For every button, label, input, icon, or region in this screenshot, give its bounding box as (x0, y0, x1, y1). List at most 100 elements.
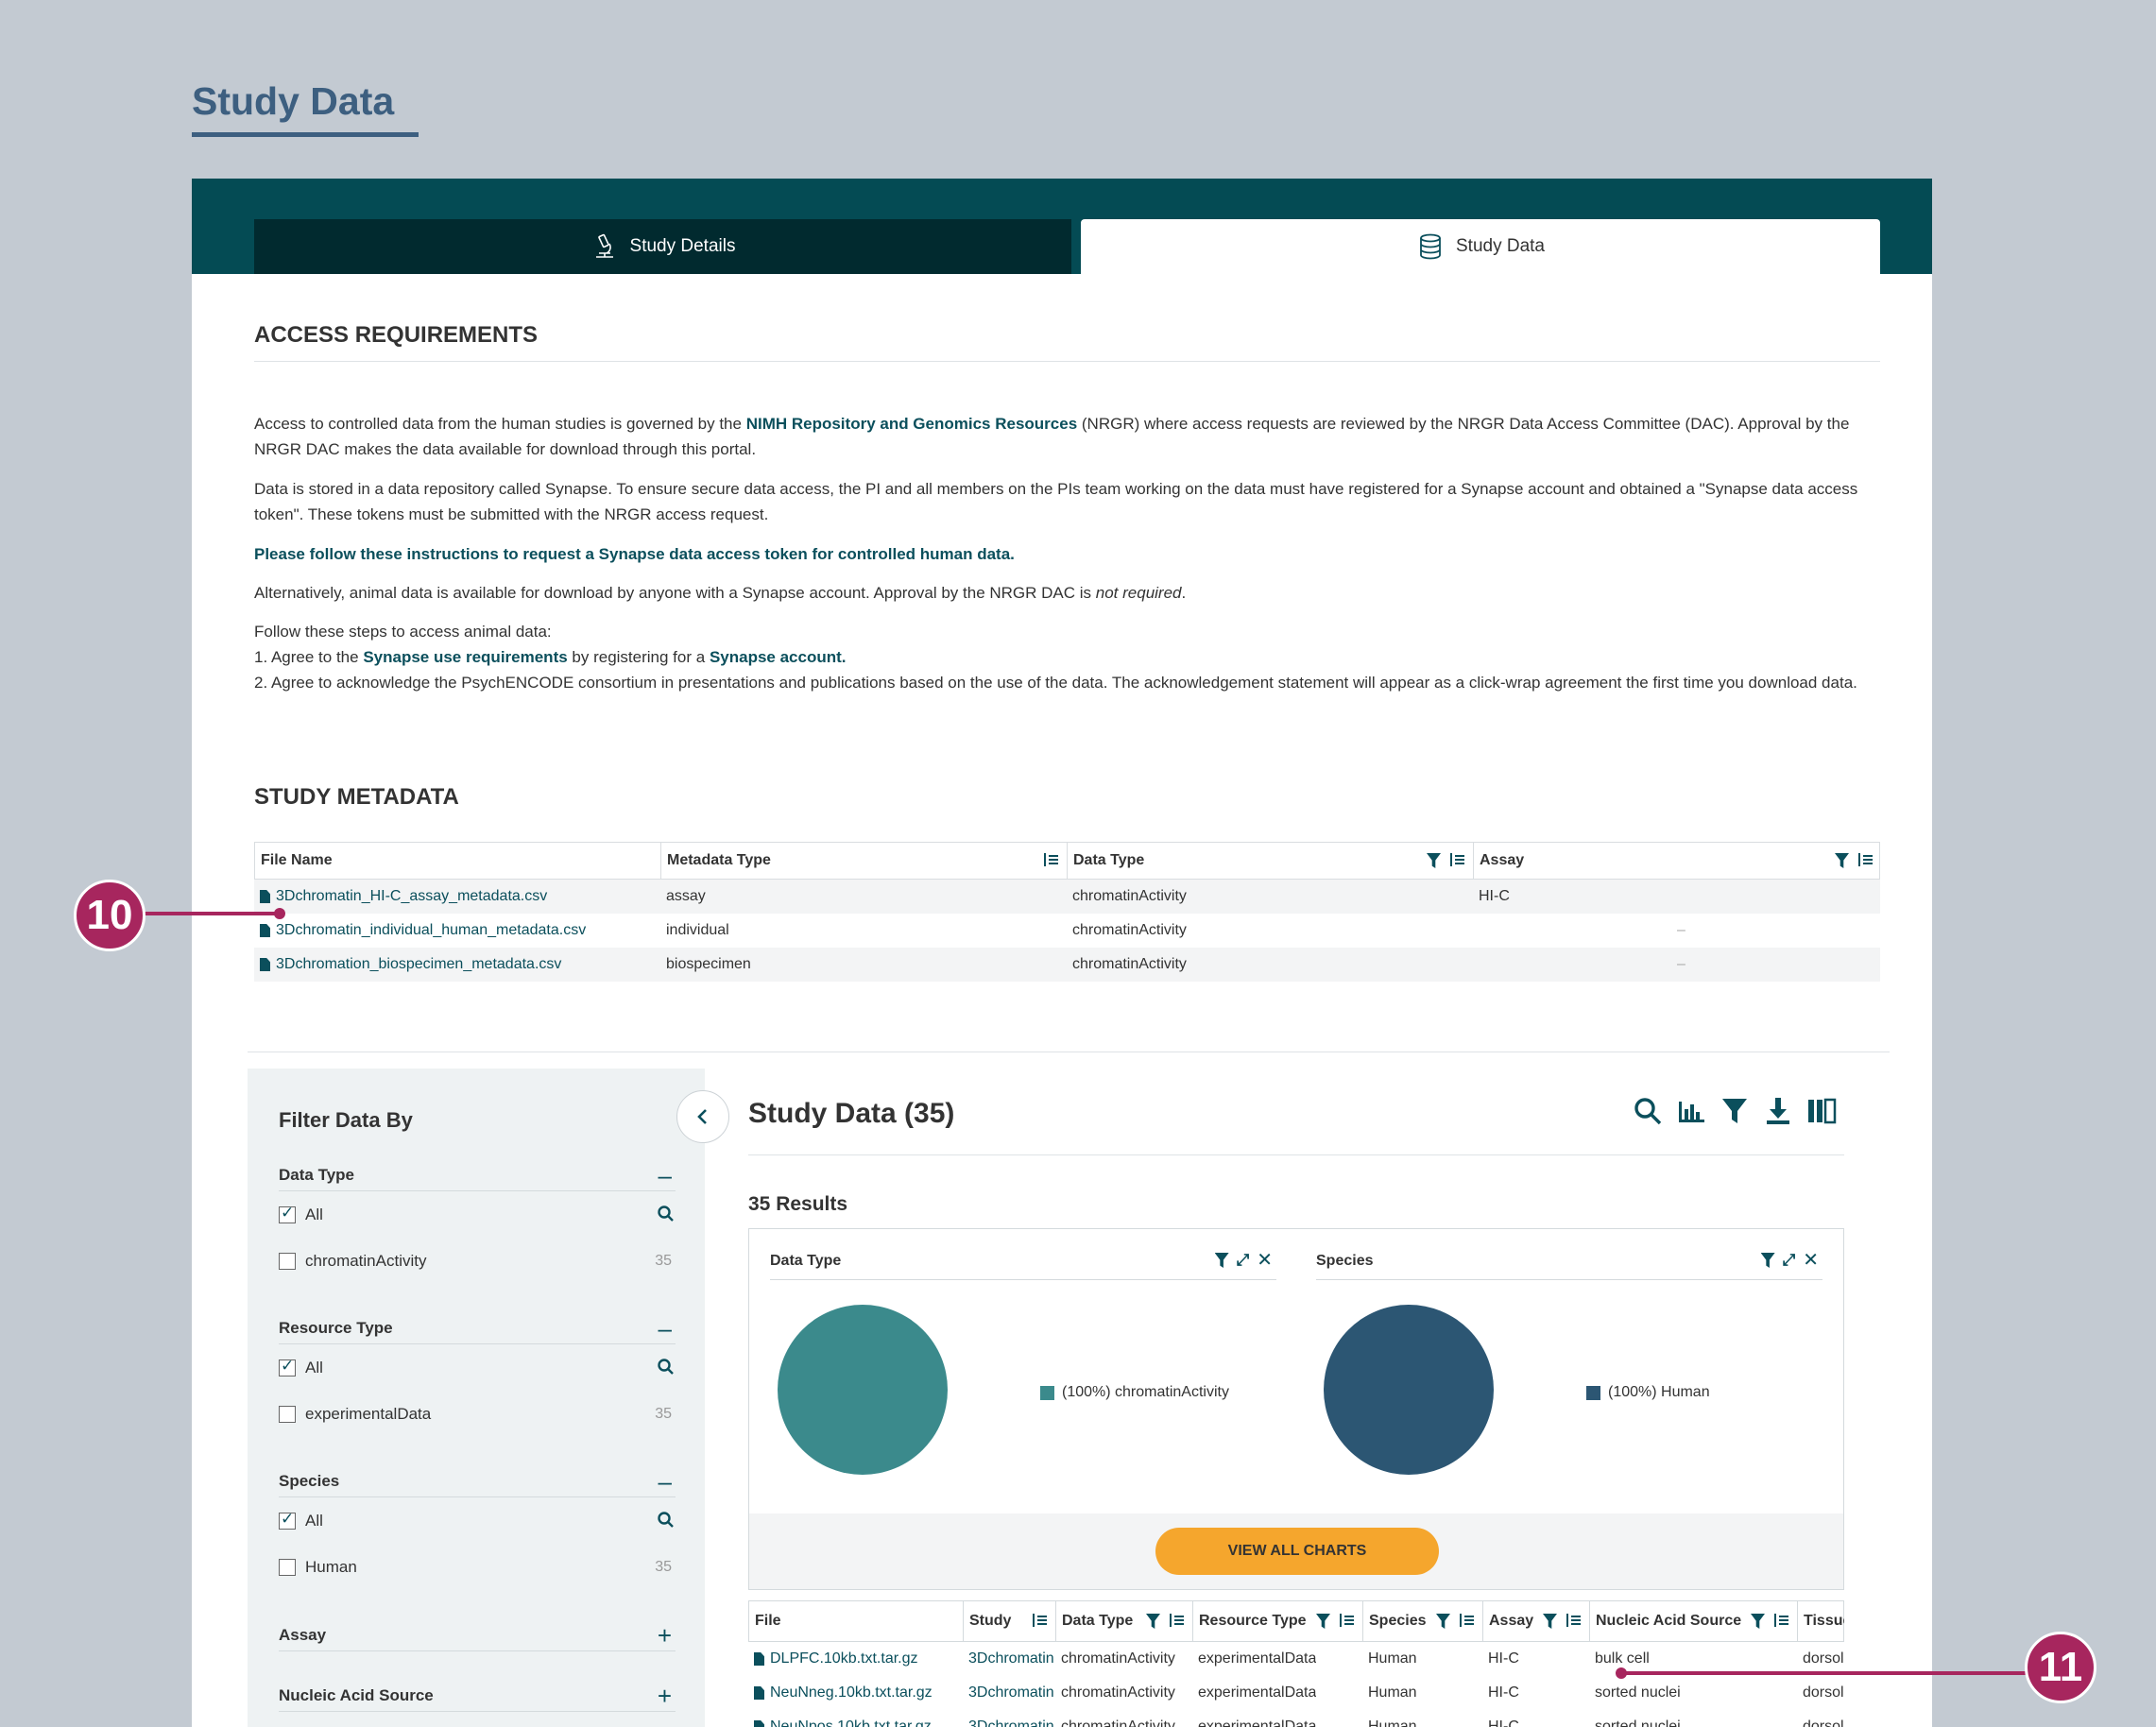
filter-icon[interactable] (1543, 1614, 1557, 1629)
text: Metadata Type (667, 852, 771, 868)
sort-icon[interactable] (1857, 853, 1874, 868)
view-all-charts-button[interactable]: VIEW ALL CHARTS (1155, 1528, 1439, 1575)
filter-option[interactable]: chromatinActivity 35 (279, 1238, 676, 1284)
search-icon[interactable] (657, 1358, 676, 1376)
token-instructions-link[interactable]: Please follow these instructions to requ… (254, 545, 1015, 563)
checkbox[interactable] (279, 1558, 296, 1576)
tab-study-data[interactable]: Study Data (1081, 219, 1880, 274)
cell: chromatinActivity (1072, 922, 1187, 938)
filter-option-all[interactable]: All (279, 1191, 676, 1238)
sort-icon[interactable] (1031, 1614, 1048, 1629)
collapse-sidebar-button[interactable] (676, 1090, 729, 1143)
collapse-icon[interactable]: – (659, 1161, 672, 1190)
bar-chart-icon[interactable] (1676, 1096, 1706, 1126)
chart-legend: (100%) chromatinActivity (1040, 1384, 1229, 1401)
collapse-icon[interactable]: – (659, 1467, 672, 1496)
expand-icon[interactable]: + (658, 1682, 672, 1711)
column-header-resource-type[interactable]: Resource Type (1193, 1601, 1363, 1641)
search-icon[interactable] (1633, 1096, 1663, 1126)
column-header-assay[interactable]: Assay (1474, 843, 1881, 879)
columns-icon[interactable] (1806, 1096, 1837, 1126)
close-icon[interactable]: ✕ (1803, 1251, 1819, 1270)
study-link[interactable]: 3Dchromatin (963, 1676, 1055, 1710)
file-link[interactable]: NeuNneg.10kb.txt.tar.gz (754, 1684, 933, 1701)
column-header-nucleic-acid-source[interactable]: Nucleic Acid Source (1590, 1601, 1798, 1641)
filter-option[interactable]: Human 35 (279, 1544, 676, 1590)
filter-icon[interactable] (1316, 1614, 1330, 1629)
sort-icon[interactable] (1168, 1614, 1185, 1629)
checkbox[interactable] (279, 1204, 296, 1223)
count: 35 (655, 1558, 672, 1575)
column-header-species[interactable]: Species (1363, 1601, 1483, 1641)
sort-icon[interactable] (1772, 1614, 1789, 1629)
table-row: 3Dchromatin_individual_human_metadata.cs… (254, 914, 1880, 948)
checkbox[interactable] (279, 1357, 296, 1376)
collapse-icon[interactable]: – (659, 1314, 672, 1343)
file-icon (260, 924, 270, 937)
column-header-metadata-type[interactable]: Metadata Type (661, 843, 1068, 879)
filter-icon[interactable] (1751, 1614, 1765, 1629)
search-icon[interactable] (657, 1205, 676, 1223)
file-link[interactable]: DLPFC.10kb.txt.tar.gz (754, 1650, 918, 1667)
expand-icon[interactable]: ⤢ (1237, 1252, 1250, 1269)
column-header-data-type[interactable]: Data Type (1056, 1601, 1193, 1641)
column-header-tissue[interactable]: Tissue (1798, 1601, 1844, 1641)
study-link[interactable]: 3Dchromatin (963, 1710, 1055, 1727)
file-link[interactable]: 3Dchromatin_HI-C_assay_metadata.csv (260, 888, 547, 905)
filter-icon[interactable] (1146, 1614, 1160, 1629)
filter-option-all[interactable]: All (279, 1344, 676, 1391)
cell: chromatinActivity (1072, 956, 1187, 972)
cell: HI-C (1488, 1718, 1519, 1727)
nrgr-link[interactable]: NIMH Repository and Genomics Resources (746, 415, 1077, 433)
filter-icon[interactable] (1427, 853, 1441, 868)
filter-group-header[interactable]: Data Type – (279, 1159, 676, 1191)
expand-icon[interactable]: + (658, 1621, 672, 1650)
filter-icon[interactable] (1720, 1096, 1750, 1126)
sort-icon[interactable] (1458, 1614, 1475, 1629)
pie-slice[interactable] (1324, 1305, 1494, 1475)
synapse-account-link[interactable]: Synapse account. (710, 648, 847, 666)
study-link[interactable]: 3Dchromatin (963, 1642, 1055, 1676)
sort-icon[interactable] (1338, 1614, 1355, 1629)
download-icon[interactable] (1763, 1096, 1793, 1126)
text: Study (969, 1613, 1012, 1629)
text: chromatinActivity (305, 1251, 427, 1270)
filter-option-all[interactable]: All (279, 1497, 676, 1544)
sort-icon[interactable] (1042, 853, 1059, 868)
filter-group-header[interactable]: Nucleic Acid Source + (279, 1680, 676, 1712)
tab-study-details-label: Study Details (629, 236, 736, 256)
study-metadata-title: STUDY METADATA (254, 784, 459, 810)
text: Data Type (1073, 852, 1145, 868)
file-link[interactable]: 3Dchromation_biospecimen_metadata.csv (260, 956, 561, 973)
file-link[interactable]: 3Dchromatin_individual_human_metadata.cs… (260, 922, 586, 939)
pie-slice[interactable] (778, 1305, 948, 1475)
checkbox[interactable] (279, 1405, 296, 1423)
filter-icon[interactable] (1760, 1253, 1775, 1268)
cell: Human (1368, 1718, 1417, 1727)
filter-group-header[interactable]: Assay + (279, 1619, 676, 1651)
checkbox[interactable] (279, 1510, 296, 1530)
filter-group-header[interactable]: Species – (279, 1465, 676, 1497)
tab-study-details[interactable]: Study Details (254, 219, 1071, 274)
divider (254, 361, 1880, 362)
sort-icon[interactable] (1448, 853, 1465, 868)
synapse-use-requirements-link[interactable]: Synapse use requirements (363, 648, 567, 666)
search-icon[interactable] (657, 1511, 676, 1530)
column-header-file-name[interactable]: File Name (255, 843, 661, 879)
column-header-data-type[interactable]: Data Type (1068, 843, 1474, 879)
filter-group-header[interactable]: Resource Type – (279, 1312, 676, 1344)
file-link[interactable]: NeuNpos.10kb.txt.tar.gz (754, 1718, 932, 1727)
column-header-assay[interactable]: Assay (1483, 1601, 1590, 1641)
column-header-file[interactable]: File (749, 1601, 964, 1641)
cell: – (1677, 922, 1685, 938)
filter-icon[interactable] (1835, 853, 1849, 868)
column-header-study[interactable]: Study (964, 1601, 1056, 1641)
checkbox[interactable] (279, 1252, 296, 1270)
close-icon[interactable]: ✕ (1257, 1251, 1273, 1270)
filter-icon[interactable] (1214, 1253, 1229, 1268)
expand-icon[interactable]: ⤢ (1783, 1252, 1796, 1269)
filter-icon[interactable] (1436, 1614, 1450, 1629)
sort-icon[interactable] (1565, 1614, 1582, 1629)
filter-option[interactable]: experimentalData 35 (279, 1391, 676, 1437)
table-row: NeuNpos.10kb.txt.tar.gz 3Dchromatin chro… (748, 1710, 1844, 1727)
